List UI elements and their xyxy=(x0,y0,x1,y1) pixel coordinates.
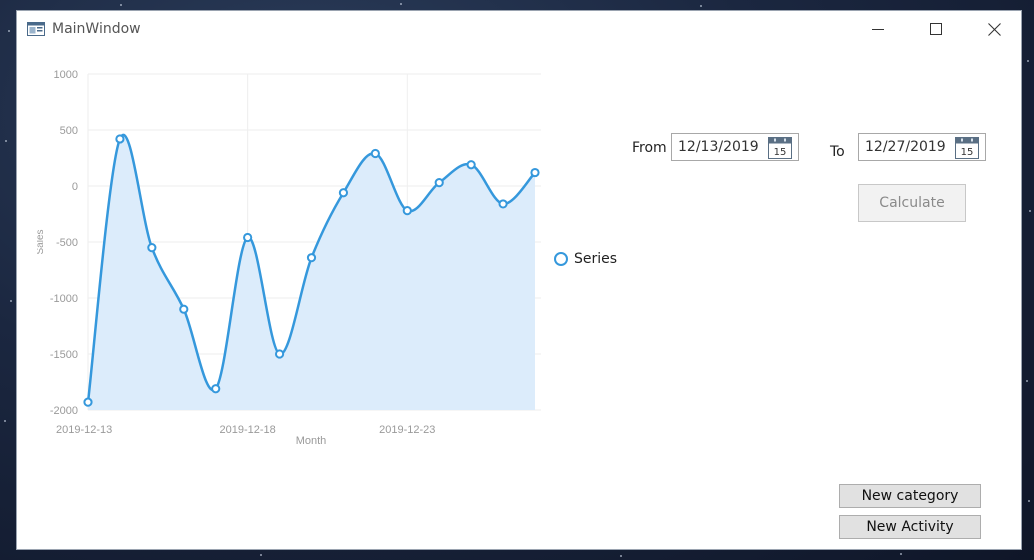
maximize-button[interactable] xyxy=(913,11,959,47)
data-point xyxy=(530,167,540,178)
data-point xyxy=(370,148,380,159)
y-tick-label: -1000 xyxy=(50,293,78,305)
series-area xyxy=(88,134,535,410)
chart-legend: Series xyxy=(554,251,617,267)
from-label: From xyxy=(632,140,667,156)
main-window: MainWindow 1000 500 0 -500 -1000 -1500 -2000 2… xyxy=(16,10,1022,550)
from-date-picker[interactable]: 15 xyxy=(671,133,799,161)
x-tick-label: 2019-12-23 xyxy=(379,424,435,436)
calendar-day-text: 15 xyxy=(961,147,974,158)
minimize-button[interactable] xyxy=(855,11,901,47)
data-point xyxy=(147,243,157,253)
maximize-icon xyxy=(930,23,942,35)
x-tick-label: 2019-12-13 xyxy=(56,424,112,436)
calendar-day-text: 15 xyxy=(774,147,787,158)
data-point xyxy=(115,134,125,144)
to-date-picker[interactable]: 15 xyxy=(858,133,986,161)
y-tick-label: -1500 xyxy=(50,349,78,361)
series-legend-marker xyxy=(554,252,568,266)
data-point xyxy=(402,206,412,216)
to-date-input[interactable] xyxy=(865,139,953,155)
data-point xyxy=(179,304,189,314)
new-activity-button[interactable]: New Activity xyxy=(839,515,981,539)
data-point xyxy=(498,199,508,209)
calendar-icon[interactable]: 15 xyxy=(955,137,979,164)
data-point xyxy=(466,160,476,170)
calendar-icon[interactable]: 15 xyxy=(768,137,792,164)
close-button[interactable] xyxy=(971,11,1017,47)
close-icon xyxy=(987,22,1001,36)
window-title: MainWindow xyxy=(52,21,141,37)
data-point xyxy=(211,384,221,394)
y-tick-label: 500 xyxy=(60,125,78,137)
to-label: To xyxy=(830,144,845,160)
y-tick-label: -2000 xyxy=(50,405,78,417)
from-date-input[interactable] xyxy=(678,139,766,155)
y-axis-label: Sales xyxy=(37,229,46,254)
sales-chart: 1000 500 0 -500 -1000 -1500 -2000 2019-12-13 20… xyxy=(37,69,541,447)
data-point xyxy=(83,397,93,407)
series-legend-label: Series xyxy=(574,251,618,267)
x-tick-label: 2019-12-18 xyxy=(220,424,276,436)
y-tick-label: 1000 xyxy=(54,69,78,81)
data-point xyxy=(274,349,285,359)
y-tick-label: -500 xyxy=(56,237,78,249)
calculate-button[interactable]: Calculate xyxy=(858,184,966,222)
x-axis-label: Month xyxy=(296,435,327,447)
minimize-icon xyxy=(872,29,884,30)
data-point xyxy=(306,253,317,263)
new-category-button[interactable]: New category xyxy=(839,484,981,508)
y-tick-label: 0 xyxy=(72,181,78,193)
data-point xyxy=(338,188,349,198)
data-point xyxy=(243,232,253,243)
title-bar[interactable]: MainWindow xyxy=(17,11,1021,47)
data-point xyxy=(434,178,444,188)
app-window-icon xyxy=(27,22,45,41)
